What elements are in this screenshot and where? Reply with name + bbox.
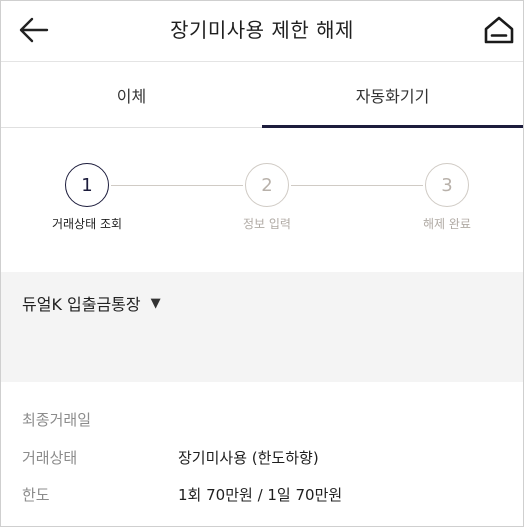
account-name: 듀얼K 입출금통장 [22,295,141,314]
tab-label: 이체 [116,86,147,106]
step-3: 3 해제 완료 [387,163,507,232]
tab-atm[interactable]: 자동화기기 [262,62,523,128]
info-row-last-transaction: 최종거래일 [22,409,502,433]
home-button[interactable] [481,12,517,48]
step-label: 정보 입력 [243,217,291,231]
step-connector [111,185,243,186]
step-number: 2 [245,163,289,207]
step-1: 1 거래상태 조회 [27,163,147,232]
home-icon [484,16,514,44]
triangle-down-icon: ▼ [150,295,161,311]
step-number: 3 [425,163,469,207]
info-row-status: 거래상태 장기미사용 (한도하향) [22,447,502,471]
step-2: 2 정보 입력 [207,163,327,232]
info-label: 한도 [22,486,50,504]
tab-transfer[interactable]: 이체 [1,62,262,127]
step-number: 1 [65,163,109,207]
account-panel: 듀얼K 입출금통장 ▼ [1,272,523,382]
progress-stepper: 1 거래상태 조회 2 정보 입력 3 해제 완료 [1,128,523,272]
account-select-dropdown[interactable]: 듀얼K 입출금통장 ▼ [22,291,161,315]
step-label: 거래상태 조회 [51,217,123,231]
info-value: 장기미사용 (한도하향) [178,449,319,467]
info-value: 1회 70만원 / 1일 70만원 [178,486,343,504]
info-label: 거래상태 [22,449,78,467]
page-title: 장기미사용 제한 해제 [170,18,354,42]
step-label: 해제 완료 [423,217,471,231]
info-row-limit: 한도 1회 70만원 / 1일 70만원 [22,484,502,508]
tab-label: 자동화기기 [355,86,430,106]
tab-bar: 이체 자동화기기 [1,62,523,128]
header-bar: 장기미사용 제한 해제 [1,1,523,62]
info-label: 최종거래일 [22,411,92,429]
step-connector [291,185,423,186]
